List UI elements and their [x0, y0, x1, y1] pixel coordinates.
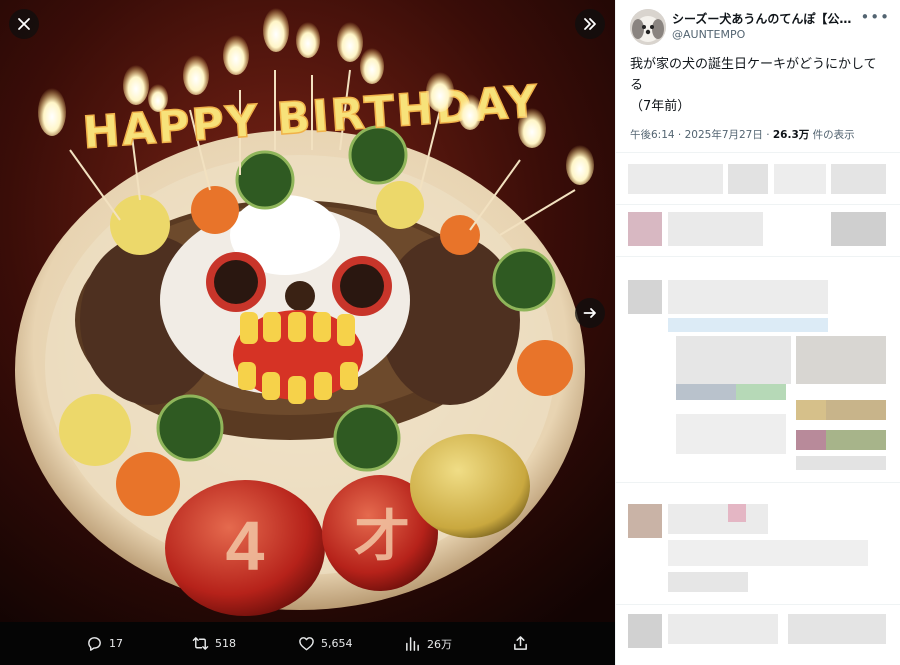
blurred-tile	[668, 318, 828, 332]
reply-count: 17	[109, 637, 123, 650]
blurred-tile	[628, 164, 723, 194]
reply-icon	[88, 637, 101, 651]
tweet-text: 我が家の犬の誕生日ケーキがどうにかしてる （7年前）	[630, 54, 888, 117]
avatar[interactable]	[630, 9, 666, 45]
display-name[interactable]: シーズー犬あうんのてんぽ【公式…	[672, 10, 862, 27]
blurred-tile	[796, 456, 886, 470]
tweet-view-count: 26.3万	[772, 129, 810, 141]
blurred-tile	[728, 504, 746, 522]
heart-icon	[299, 637, 314, 651]
apple-carving-sai: 才	[354, 505, 410, 570]
divider	[616, 604, 900, 605]
tweet-subtext: （7年前）	[630, 99, 691, 114]
blurred-tile	[668, 614, 778, 644]
blurred-tile	[668, 504, 768, 534]
blurred-tile	[774, 164, 826, 194]
view-count: 26万	[427, 637, 452, 651]
blurred-tile	[826, 400, 886, 420]
tweet-timestamp[interactable]: 午後6:14 · 2025年7月27日 ·	[630, 129, 773, 141]
blurred-tile	[831, 164, 886, 194]
close-icon	[18, 18, 30, 30]
blurred-tile	[668, 540, 868, 566]
next-image-button[interactable]	[575, 298, 605, 328]
blurred-tile	[826, 430, 886, 450]
double-chevron-right-icon	[584, 18, 596, 30]
dog-avatar-icon	[630, 9, 666, 45]
blurred-tile	[676, 336, 791, 384]
blurred-tile	[676, 384, 736, 400]
divider	[616, 204, 900, 205]
blurred-tile	[796, 400, 826, 420]
tweet-panel: シーズー犬あうんのてんぽ【公式… @AUNTEMPO ••• 我が家の犬の誕生日…	[615, 0, 900, 665]
more-options-button[interactable]: •••	[860, 8, 890, 26]
blurred-tile	[728, 164, 768, 194]
expand-button[interactable]	[575, 9, 605, 39]
divider	[616, 482, 900, 483]
blurred-tile	[831, 212, 886, 246]
share-button[interactable]	[512, 622, 529, 665]
blurred-tile	[668, 280, 828, 314]
blurred-tile	[788, 614, 886, 644]
user-handle[interactable]: @AUNTEMPO	[672, 28, 745, 41]
blurred-tile	[628, 212, 662, 246]
bar-chart-icon	[406, 637, 419, 651]
blurred-tile	[796, 336, 886, 384]
like-count: 5,654	[321, 637, 353, 650]
tweet-body: 我が家の犬の誕生日ケーキがどうにかしてる	[630, 57, 877, 93]
repost-icon	[192, 637, 209, 650]
arrow-right-icon	[583, 308, 596, 318]
blurred-tile	[668, 212, 763, 246]
tweet-meta: 午後6:14 · 2025年7月27日 · 26.3万 件の表示	[630, 127, 855, 142]
blurred-tile	[796, 430, 826, 450]
blurred-tile	[628, 614, 662, 648]
tweet-view-label: 件の表示	[809, 129, 855, 141]
media-viewer: 4 才 HAPPY BIRTHDAY 17 518 5,654 26万	[0, 0, 615, 665]
share-icon	[514, 636, 527, 650]
views-button[interactable]: 26万	[404, 622, 452, 665]
blurred-tile	[668, 572, 748, 592]
close-button[interactable]	[9, 9, 39, 39]
blurred-tile	[736, 384, 786, 400]
media-action-bar: 17 518 5,654 26万	[0, 622, 615, 665]
apple-carving-4: 4	[226, 507, 265, 585]
blurred-content	[616, 152, 900, 665]
divider	[616, 256, 900, 257]
reply-button[interactable]: 17	[86, 622, 123, 665]
repost-button[interactable]: 518	[192, 622, 236, 665]
blurred-tile	[676, 414, 786, 454]
like-button[interactable]: 5,654	[298, 622, 353, 665]
blurred-tile	[628, 504, 662, 538]
birthday-cake-photo: 4 才 HAPPY BIRTHDAY	[0, 0, 615, 622]
more-icon: •••	[860, 8, 890, 26]
repost-count: 518	[215, 637, 236, 650]
blurred-tile	[628, 280, 662, 314]
